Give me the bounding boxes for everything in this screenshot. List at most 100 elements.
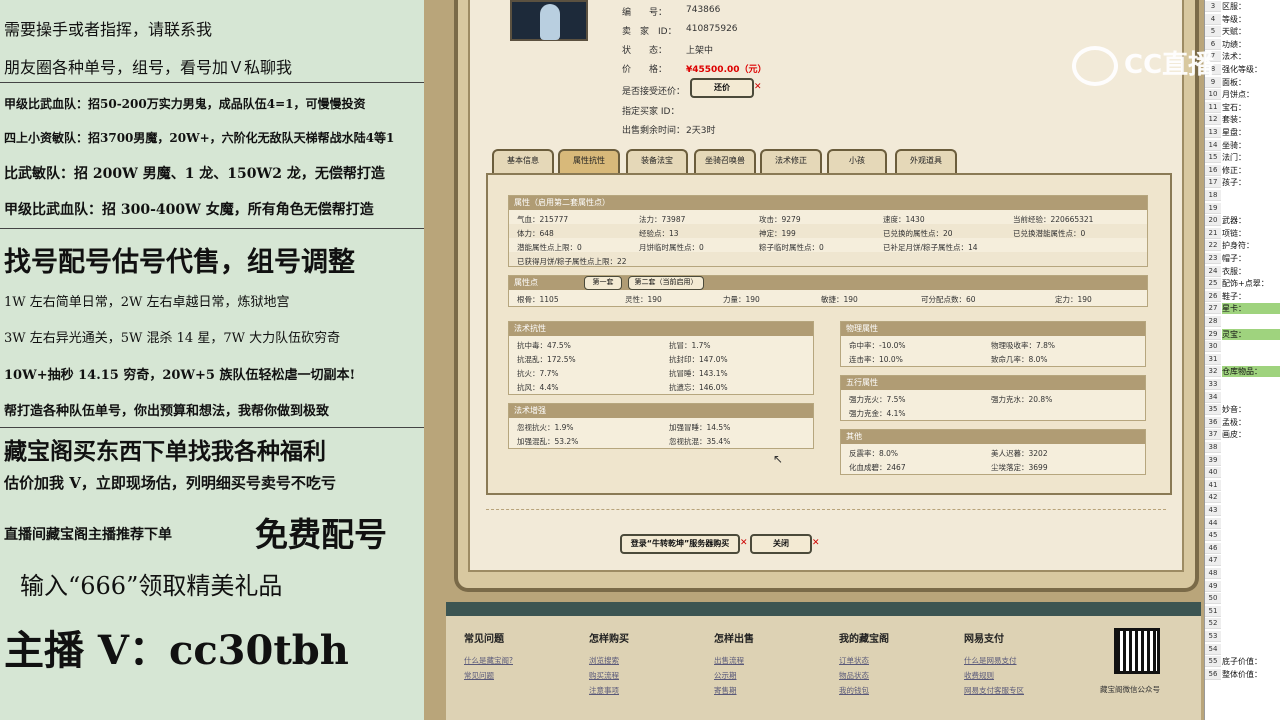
sheet-cell[interactable]: 护身符： <box>1222 240 1254 251</box>
row-number[interactable]: 15 <box>1205 152 1221 164</box>
row-number[interactable]: 52 <box>1205 618 1221 630</box>
row-number[interactable]: 20 <box>1205 215 1221 227</box>
row-number[interactable]: 43 <box>1205 505 1221 516</box>
bargain-button[interactable]: 还价 <box>690 78 754 98</box>
row-number[interactable]: 56 <box>1205 668 1221 680</box>
row-number[interactable]: 18 <box>1205 190 1221 201</box>
login-buy-button[interactable]: 登录“牛转乾坤”服务器购买 <box>620 534 740 554</box>
sheet-cell[interactable]: 套装： <box>1222 114 1246 125</box>
row-number[interactable]: 30 <box>1205 341 1221 353</box>
row-number[interactable]: 22 <box>1205 240 1221 252</box>
footer-link[interactable]: 什么是网易支付 <box>964 653 1024 668</box>
tab-points-set-1[interactable]: 第一套 <box>584 276 622 290</box>
row-number[interactable]: 10 <box>1205 89 1221 101</box>
sheet-cell[interactable]: 底子价值： <box>1222 656 1262 667</box>
sheet-cell[interactable]: 帽子： <box>1222 253 1246 264</box>
row-number[interactable]: 55 <box>1205 656 1221 668</box>
sheet-cell[interactable]: 孟极： <box>1222 417 1246 428</box>
close-icon[interactable]: ✕ <box>754 82 762 92</box>
sheet-cell[interactable]: 项链： <box>1222 228 1246 239</box>
row-number[interactable]: 13 <box>1205 127 1221 138</box>
row-number[interactable]: 25 <box>1205 278 1221 290</box>
sheet-cell[interactable]: 画皮： <box>1222 429 1246 440</box>
footer-link[interactable]: 订单状态 <box>839 653 889 668</box>
tab-mounts-pets[interactable]: 坐骑召唤兽 <box>694 149 756 173</box>
row-number[interactable]: 5 <box>1205 26 1221 38</box>
sheet-cell[interactable]: 功绩： <box>1222 39 1246 50</box>
sheet-cell[interactable]: 宝石： <box>1222 102 1246 113</box>
row-number[interactable]: 36 <box>1205 416 1221 428</box>
footer-link[interactable]: 什么是藏宝阁? <box>464 653 513 668</box>
row-number[interactable]: 33 <box>1205 379 1221 390</box>
sheet-cell[interactable]: 星卡： <box>1222 303 1246 314</box>
row-number[interactable]: 17 <box>1205 177 1221 189</box>
close-icon[interactable]: ✕ <box>812 538 820 548</box>
row-number[interactable]: 40 <box>1205 467 1221 479</box>
footer-link[interactable]: 出售流程 <box>714 653 754 668</box>
row-number[interactable]: 31 <box>1205 353 1221 365</box>
footer-link[interactable]: 浏览搜索 <box>589 653 629 668</box>
row-number[interactable]: 21 <box>1205 227 1221 239</box>
sheet-cell[interactable]: 法术： <box>1222 51 1246 62</box>
row-number[interactable]: 46 <box>1205 542 1221 554</box>
row-number[interactable]: 14 <box>1205 139 1221 151</box>
row-number[interactable]: 11 <box>1205 101 1221 113</box>
row-number[interactable]: 38 <box>1205 442 1221 453</box>
row-number[interactable]: 54 <box>1205 643 1221 655</box>
close-icon[interactable]: ✕ <box>740 538 748 548</box>
row-number[interactable]: 41 <box>1205 479 1221 491</box>
row-number[interactable]: 23 <box>1205 253 1221 264</box>
tab-points-set-2[interactable]: 第二套（当前启用） <box>628 276 704 290</box>
row-number[interactable]: 37 <box>1205 429 1221 441</box>
row-number[interactable]: 44 <box>1205 517 1221 529</box>
row-number[interactable]: 28 <box>1205 316 1221 327</box>
tab-basic-info[interactable]: 基本信息 <box>492 149 554 173</box>
footer-link[interactable]: 网易支付客服专区 <box>964 683 1024 698</box>
row-number[interactable]: 39 <box>1205 454 1221 466</box>
sheet-cell[interactable]: 坐骑： <box>1222 140 1246 151</box>
footer-link[interactable]: 注意事项 <box>589 683 629 698</box>
footer-link[interactable]: 收费规则 <box>964 668 1024 683</box>
tab-attributes[interactable]: 属性抗性 <box>558 149 620 173</box>
tab-appearance[interactable]: 外观道具 <box>895 149 957 173</box>
row-number[interactable]: 50 <box>1205 593 1221 605</box>
tab-spell-mods[interactable]: 法术修正 <box>760 149 822 173</box>
sheet-cell[interactable]: 修正： <box>1222 165 1246 176</box>
sheet-cell[interactable]: 整体价值： <box>1222 669 1262 680</box>
sheet-cell[interactable]: 妙音： <box>1222 404 1246 415</box>
sheet-cell[interactable]: 衣服： <box>1222 266 1246 277</box>
footer-link[interactable]: 购买流程 <box>589 668 629 683</box>
sheet-cell[interactable]: 灵宝： <box>1222 329 1246 340</box>
sheet-cell[interactable]: 武器： <box>1222 215 1246 226</box>
row-number[interactable]: 24 <box>1205 265 1221 277</box>
sheet-cell[interactable]: 等级： <box>1222 14 1246 25</box>
sheet-cell[interactable]: 强化等级： <box>1222 64 1262 75</box>
row-number[interactable]: 53 <box>1205 631 1221 642</box>
sheet-cell[interactable]: 区服： <box>1222 1 1246 12</box>
close-button[interactable]: 关闭 <box>750 534 812 554</box>
row-number[interactable]: 16 <box>1205 164 1221 176</box>
row-number[interactable]: 19 <box>1205 202 1221 214</box>
sheet-cell[interactable]: 配饰+点翠： <box>1222 278 1269 289</box>
footer-link[interactable]: 常见问题 <box>464 668 513 683</box>
sheet-cell[interactable]: 法门： <box>1222 152 1246 163</box>
footer-link[interactable]: 我的钱包 <box>839 683 889 698</box>
row-number[interactable]: 12 <box>1205 114 1221 126</box>
row-number[interactable]: 32 <box>1205 366 1221 378</box>
footer-link[interactable]: 寄售期 <box>714 683 754 698</box>
row-number[interactable]: 35 <box>1205 404 1221 416</box>
sheet-cell[interactable]: 月饼点： <box>1222 89 1254 100</box>
sheet-cell[interactable]: 仓库物品： <box>1222 366 1262 377</box>
row-number[interactable]: 29 <box>1205 328 1221 340</box>
sheet-cell[interactable]: 孩子： <box>1222 177 1246 188</box>
footer-link[interactable]: 物品状态 <box>839 668 889 683</box>
row-number[interactable]: 27 <box>1205 303 1221 315</box>
row-number[interactable]: 3 <box>1205 1 1221 12</box>
sheet-cell[interactable]: 鞋子： <box>1222 291 1246 302</box>
tab-child[interactable]: 小孩 <box>827 149 887 173</box>
row-number[interactable]: 51 <box>1205 605 1221 617</box>
sheet-cell[interactable]: 天赋： <box>1222 26 1246 37</box>
row-number[interactable]: 48 <box>1205 568 1221 579</box>
footer-link[interactable]: 公示期 <box>714 668 754 683</box>
row-number[interactable]: 49 <box>1205 580 1221 592</box>
